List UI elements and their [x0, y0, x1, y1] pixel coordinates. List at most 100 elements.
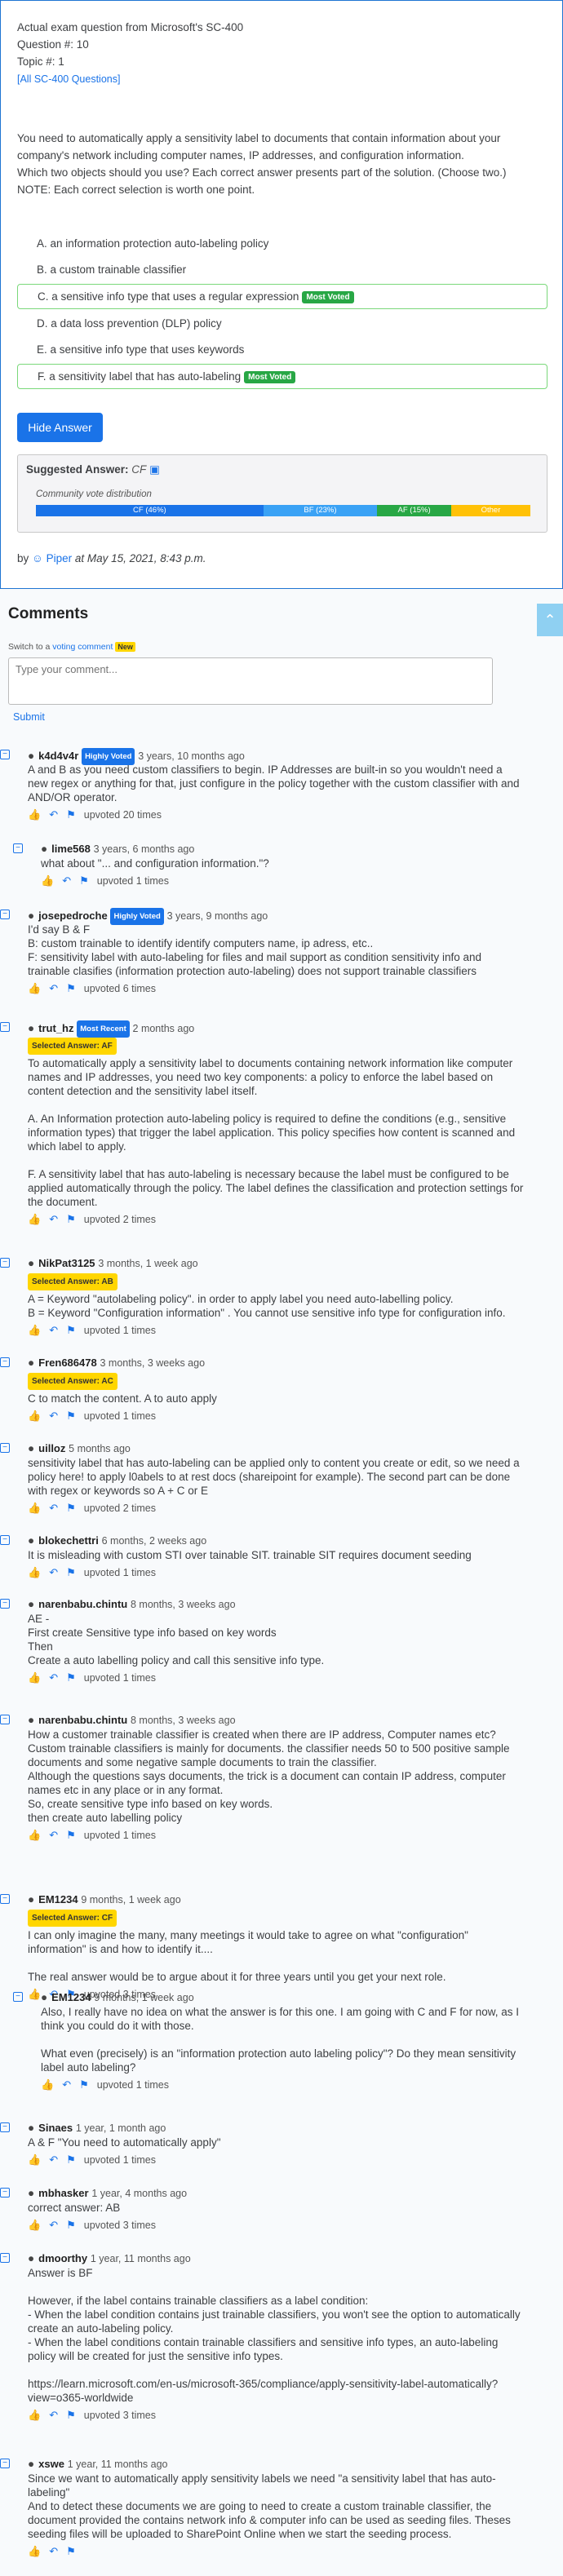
comment-time: 5 months ago	[69, 1443, 131, 1454]
author-link[interactable]: Piper	[47, 552, 73, 564]
collapse-toggle-icon[interactable]: −	[0, 1894, 10, 1904]
upvote-icon[interactable]: 👍	[28, 1324, 41, 1336]
comment-author[interactable]: blokechettri	[38, 1534, 99, 1547]
reply-icon[interactable]: ↶	[62, 2078, 71, 2091]
upvote-icon[interactable]: 👍	[28, 2153, 41, 2166]
collapse-toggle-icon[interactable]: −	[0, 750, 10, 759]
submit-button[interactable]: Submit	[13, 711, 45, 723]
upvote-icon[interactable]: 👍	[41, 2078, 54, 2091]
flag-icon[interactable]: ⚑	[66, 2219, 76, 2231]
comment-author[interactable]: mbhasker	[38, 2187, 88, 2199]
upvote-icon[interactable]: 👍	[28, 808, 41, 821]
user-icon: ●	[28, 1022, 35, 1034]
answer-option-text: E. a sensitive info type that uses keywo…	[37, 343, 245, 356]
collapse-toggle-icon[interactable]: −	[0, 1258, 10, 1268]
reply-icon[interactable]: ↶	[49, 1213, 58, 1225]
upvote-icon[interactable]: 👍	[28, 1410, 41, 1422]
answer-option[interactable]: E. a sensitive info type that uses keywo…	[17, 338, 547, 363]
upvote-icon[interactable]: 👍	[28, 2409, 41, 2421]
comment-author[interactable]: trut_hz	[38, 1022, 73, 1034]
collapse-toggle-icon[interactable]: −	[13, 1992, 23, 2002]
comment-author[interactable]: EM1234	[51, 1991, 91, 2003]
reply-icon[interactable]: ↶	[49, 1566, 58, 1578]
reply-icon[interactable]: ↶	[49, 2153, 58, 2166]
flag-icon[interactable]: ⚑	[66, 1410, 76, 1422]
comment-author[interactable]: Sinaes	[38, 2122, 73, 2134]
scroll-top-button[interactable]: ⌃	[537, 604, 563, 636]
comment-line: What even (precisely) is an "information…	[41, 2047, 516, 2074]
flag-icon[interactable]: ⚑	[66, 2153, 76, 2166]
reply-icon[interactable]: ↶	[49, 1410, 58, 1422]
collapse-toggle-icon[interactable]: −	[0, 910, 10, 919]
flag-icon[interactable]: ⚑	[66, 1324, 76, 1336]
flag-icon[interactable]: ⚑	[66, 2409, 76, 2421]
collapse-toggle-icon[interactable]: −	[0, 2459, 10, 2468]
answer-option[interactable]: A. an information protection auto-labeli…	[17, 232, 547, 257]
flag-icon[interactable]: ⚑	[66, 1566, 76, 1578]
collapse-toggle-icon[interactable]: −	[0, 1022, 10, 1032]
reply-icon[interactable]: ↶	[49, 2219, 58, 2231]
upvote-icon[interactable]: 👍	[28, 2545, 41, 2557]
reply-icon[interactable]: ↶	[62, 874, 71, 887]
collapse-toggle-icon[interactable]: −	[0, 2188, 10, 2198]
flag-icon[interactable]: ⚑	[66, 1829, 76, 1841]
flag-icon[interactable]: ⚑	[79, 874, 89, 887]
comment-author[interactable]: narenbabu.chintu	[38, 1598, 127, 1610]
collapse-toggle-icon[interactable]: −	[0, 1443, 10, 1453]
upvote-icon[interactable]: 👍	[28, 1829, 41, 1841]
flag-icon[interactable]: ⚑	[66, 1502, 76, 1514]
answer-option-text: D. a data loss prevention (DLP) policy	[37, 317, 222, 330]
all-questions-link[interactable]: [All SC-400 Questions]	[17, 73, 120, 85]
answer-option[interactable]: C. a sensitive info type that uses a reg…	[17, 284, 547, 309]
hide-answer-button[interactable]: Hide Answer	[17, 413, 103, 442]
comment-author[interactable]: xswe	[38, 2458, 64, 2470]
comment-author[interactable]: josepedroche	[38, 910, 108, 922]
reply-icon[interactable]: ↶	[49, 1829, 58, 1841]
reply-icon[interactable]: ↶	[49, 1324, 58, 1336]
collapse-toggle-icon[interactable]: −	[0, 1715, 10, 1724]
answer-option[interactable]: F. a sensitivity label that has auto-lab…	[17, 364, 547, 389]
comment-author[interactable]: k4d4v4r	[38, 750, 78, 762]
reply-icon[interactable]: ↶	[49, 982, 58, 994]
reply-icon[interactable]: ↶	[49, 808, 58, 821]
comment-body: I'd say B & F B: custom trainable to iden…	[28, 923, 525, 978]
collapse-toggle-icon[interactable]: −	[13, 843, 23, 853]
flag-icon[interactable]: ⚑	[66, 1213, 76, 1225]
flag-icon[interactable]: ⚑	[66, 808, 76, 821]
comment-line: https://learn.microsoft.com/en-us/micros…	[28, 2378, 499, 2404]
comment-input[interactable]	[8, 657, 493, 705]
comment-author[interactable]: NikPat3125	[38, 1257, 95, 1269]
comment-author[interactable]: narenbabu.chintu	[38, 1714, 127, 1726]
flag-icon[interactable]: ⚑	[66, 2545, 76, 2557]
upvote-icon[interactable]: 👍	[28, 1502, 41, 1514]
collapse-toggle-icon[interactable]: −	[0, 1357, 10, 1367]
voting-comment-link[interactable]: voting comment	[52, 642, 113, 652]
upvote-icon[interactable]: 👍	[41, 874, 54, 887]
answer-option[interactable]: B. a custom trainable classifier	[17, 258, 547, 283]
comment-line: sensitivity label that has auto-labeling…	[28, 1457, 520, 1497]
reply-icon[interactable]: ↶	[49, 1502, 58, 1514]
flag-icon[interactable]: ⚑	[79, 2078, 89, 2091]
upvote-icon[interactable]: 👍	[28, 1213, 41, 1225]
reply-icon[interactable]: ↶	[49, 1671, 58, 1684]
upvote-icon[interactable]: 👍	[28, 1671, 41, 1684]
answer-option[interactable]: D. a data loss prevention (DLP) policy	[17, 312, 547, 337]
comment-author[interactable]: uilloz	[38, 1442, 65, 1454]
upvote-icon[interactable]: 👍	[28, 2219, 41, 2231]
comment-header: ● k4d4v4r Highly Voted 3 years, 10 months…	[28, 748, 525, 765]
comment-author[interactable]: dmoorthy	[38, 2252, 87, 2264]
reply-icon[interactable]: ↶	[49, 2545, 58, 2557]
collapse-toggle-icon[interactable]: −	[0, 2122, 10, 2132]
collapse-toggle-icon[interactable]: −	[0, 2253, 10, 2263]
upvote-icon[interactable]: 👍	[28, 1988, 41, 2000]
comment-author[interactable]: Fren686478	[38, 1357, 97, 1369]
upvote-icon[interactable]: 👍	[28, 1566, 41, 1578]
reply-icon[interactable]: ↶	[49, 2409, 58, 2421]
upvote-icon[interactable]: 👍	[28, 982, 41, 994]
flag-icon[interactable]: ⚑	[66, 1671, 76, 1684]
comment-author[interactable]: lime568	[51, 843, 91, 855]
flag-icon[interactable]: ⚑	[66, 982, 76, 994]
collapse-toggle-icon[interactable]: −	[0, 1535, 10, 1545]
collapse-toggle-icon[interactable]: −	[0, 1599, 10, 1609]
comment-author[interactable]: EM1234	[38, 1893, 78, 1905]
